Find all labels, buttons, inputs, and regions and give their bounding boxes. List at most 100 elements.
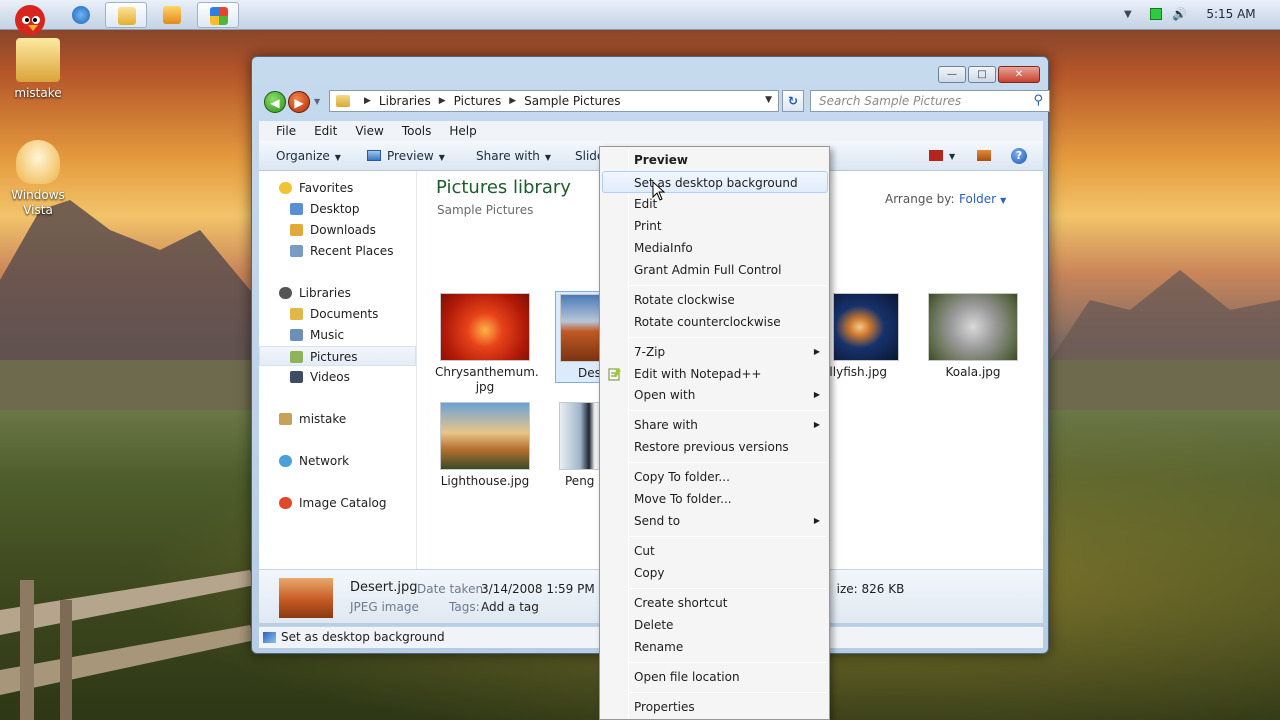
menu-tools[interactable]: Tools [393, 124, 441, 138]
tags-label: Tags: [449, 600, 480, 614]
menu-view[interactable]: View [346, 124, 392, 138]
chevron-right-icon[interactable]: ▶ [509, 96, 516, 106]
nav-network[interactable]: Network [259, 451, 416, 471]
media-player-icon [163, 6, 181, 24]
nav-videos[interactable]: Videos [259, 367, 416, 387]
nav-favorites[interactable]: Favorites [259, 178, 416, 198]
menu-item-delete[interactable]: Delete [602, 614, 828, 636]
breadcrumb-sample-pictures[interactable]: Sample Pictures [524, 94, 620, 108]
menu-item-share-with[interactable]: Share with ▶ [602, 414, 828, 436]
arrange-by-value: Folder [959, 192, 997, 206]
clock[interactable]: 5:15 AM [1196, 7, 1266, 21]
arrange-by-dropdown[interactable]: Folder ▼ [959, 192, 1006, 206]
preview-icon [367, 150, 381, 161]
menu-item-mediainfo[interactable]: MediaInfo [602, 237, 828, 259]
menu-item-open-with[interactable]: Open with ▶ [602, 384, 828, 406]
search-icon[interactable]: ⚲ [1033, 93, 1043, 108]
menu-item-set-as-desktop-background[interactable]: Set as desktop background [602, 171, 828, 193]
file-thumbnail[interactable]: llyfish.jpg [825, 293, 901, 380]
internet-explorer-taskbar-button[interactable] [60, 2, 102, 28]
preview-button[interactable]: Preview ▼ [387, 149, 445, 163]
chevron-right-icon[interactable]: ▶ [439, 96, 446, 106]
nav-image-catalog[interactable]: Image Catalog [259, 493, 416, 513]
change-view-icon[interactable] [929, 150, 943, 161]
menu-item-edit-with-notepadpp[interactable]: Edit with Notepad++ [602, 363, 828, 385]
menu-item-print[interactable]: Print [602, 215, 828, 237]
nav-pictures[interactable]: Pictures [259, 346, 416, 366]
date-taken-value[interactable]: 3/14/2008 1:59 PM [481, 582, 595, 596]
file-thumbnail-selected[interactable]: Des [555, 291, 601, 383]
preview-pane-icon[interactable] [977, 150, 991, 161]
breadcrumb-pictures[interactable]: Pictures [454, 94, 502, 108]
minimize-button[interactable]: — [938, 66, 966, 83]
menu-item-move-to-folder[interactable]: Move To folder... [602, 488, 828, 510]
nav-homegroup-user[interactable]: mistake [259, 409, 416, 429]
windows-explorer-taskbar-button[interactable] [105, 2, 147, 28]
windows-taskbar-button[interactable] [197, 2, 239, 28]
menu-item-edit[interactable]: Edit [602, 193, 828, 215]
address-dropdown-icon[interactable]: ▼ [765, 95, 772, 105]
forward-button[interactable]: ▶ [288, 91, 310, 113]
nav-downloads[interactable]: Downloads [259, 220, 416, 240]
view-dropdown-icon[interactable]: ▼ [949, 152, 955, 161]
submenu-arrow-icon: ▶ [813, 516, 820, 525]
notepad-plus-plus-icon [608, 368, 621, 381]
nav-documents[interactable]: Documents [259, 304, 416, 324]
menu-item-restore-previous-versions[interactable]: Restore previous versions [602, 436, 828, 458]
menu-item-copy-to-folder[interactable]: Copy To folder... [602, 466, 828, 488]
menu-item-open-file-location[interactable]: Open file location [602, 666, 828, 688]
search-input[interactable]: Search Sample Pictures ⚲ [810, 90, 1050, 112]
back-button[interactable]: ◀ [264, 91, 286, 113]
file-name: Des [578, 366, 601, 380]
menu-item-copy[interactable]: Copy [602, 562, 828, 584]
file-thumbnail[interactable]: Lighthouse.jpg [435, 402, 535, 489]
arrange-by-label: Arrange by: [885, 192, 955, 206]
menu-file[interactable]: File [267, 124, 305, 138]
wallpaper-fence [0, 570, 255, 720]
menu-item-rename[interactable]: Rename [602, 636, 828, 658]
media-player-taskbar-button[interactable] [151, 2, 193, 28]
desktop-icon-windows-vista[interactable]: Windows Vista [0, 140, 76, 218]
nav-music[interactable]: Music [259, 325, 416, 345]
menu-item-cut[interactable]: Cut [602, 540, 828, 562]
organize-button[interactable]: Organize ▼ [276, 149, 341, 163]
menu-item-properties[interactable]: Properties [602, 696, 828, 718]
breadcrumb-libraries[interactable]: Libraries [379, 94, 431, 108]
menu-bar: File Edit View Tools Help [259, 121, 1043, 141]
taskbar: ▼ 🔊 5:15 AM [0, 0, 1280, 35]
share-with-button[interactable]: Share with ▼ [476, 149, 551, 163]
windows-logo-icon [210, 7, 228, 25]
address-bar[interactable]: ▶ Libraries ▶ Pictures ▶ Sample Pictures… [329, 90, 779, 112]
tray-expand-icon[interactable]: ▼ [1124, 9, 1132, 20]
network-tray-icon[interactable] [1150, 8, 1162, 20]
tags-value[interactable]: Add a tag [481, 600, 539, 614]
file-thumbnail[interactable]: Peng [555, 402, 601, 489]
menu-item-grant-admin-full-control[interactable]: Grant Admin Full Control [602, 259, 828, 281]
menu-item-create-shortcut[interactable]: Create shortcut [602, 592, 828, 614]
nav-libraries[interactable]: Libraries [259, 283, 416, 303]
help-icon[interactable]: ? [1011, 148, 1027, 164]
close-button[interactable]: ✕ [998, 66, 1040, 83]
menu-item-preview[interactable]: Preview [602, 149, 828, 171]
volume-icon[interactable]: 🔊 [1172, 8, 1187, 20]
file-thumbnail[interactable]: Chrysanthemum. jpg [435, 293, 539, 395]
mouse-cursor-icon [652, 181, 666, 201]
menu-help[interactable]: Help [440, 124, 485, 138]
maximize-button[interactable]: □ [968, 66, 996, 83]
recent-pages-dropdown[interactable]: ▼ [314, 97, 320, 106]
menu-separator [630, 662, 826, 663]
menu-item-send-to[interactable]: Send to ▶ [602, 510, 828, 532]
refresh-button[interactable]: ↻ [782, 90, 804, 112]
chevron-right-icon[interactable]: ▶ [364, 96, 371, 106]
angry-birds-icon[interactable] [10, 0, 50, 38]
file-thumbnail[interactable]: Koala.jpg [923, 293, 1023, 380]
search-placeholder: Search Sample Pictures [819, 94, 962, 108]
nav-desktop[interactable]: Desktop [259, 199, 416, 219]
menu-item-rotate-clockwise[interactable]: Rotate clockwise [602, 289, 828, 311]
desktop-icon-mistake[interactable]: mistake [0, 38, 76, 100]
recent-places-icon [290, 245, 303, 257]
menu-edit[interactable]: Edit [305, 124, 346, 138]
menu-item-7zip[interactable]: 7-Zip ▶ [602, 341, 828, 363]
menu-item-rotate-counterclockwise[interactable]: Rotate counterclockwise [602, 311, 828, 333]
nav-recent-places[interactable]: Recent Places [259, 241, 416, 261]
